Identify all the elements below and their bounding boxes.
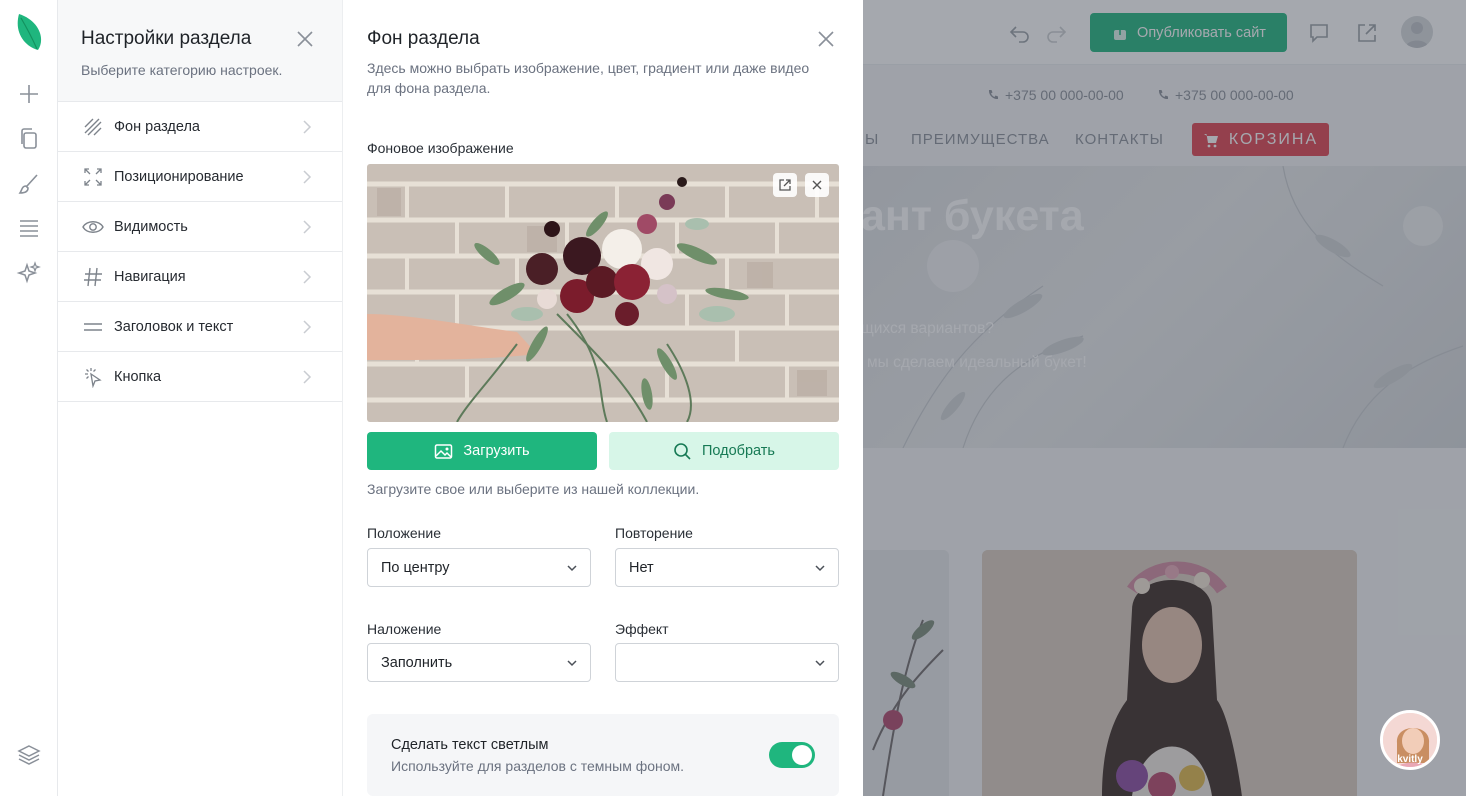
settings-category-list: Фон раздела Позиционирование Видимость Н…: [58, 102, 342, 402]
category-label: Фон раздела: [114, 118, 200, 135]
section-settings-header: Настройки раздела Выберите категорию нас…: [58, 0, 342, 102]
background-settings-panel: Фон раздела Здесь можно выбрать изображе…: [343, 0, 863, 796]
section-settings-subtitle: Выберите категорию настроек.: [81, 62, 283, 78]
brush-icon[interactable]: [16, 171, 42, 197]
section-settings-panel: Настройки раздела Выберите категорию нас…: [58, 0, 343, 796]
hatch-icon: [82, 116, 104, 138]
search-icon: [674, 442, 691, 460]
text-lines-icon: [82, 316, 104, 338]
upload-button[interactable]: Загрузить: [367, 432, 597, 470]
light-text-title: Сделать текст светлым: [391, 737, 549, 753]
chevron-down-icon: [815, 660, 825, 667]
upload-hint: Загрузите свое или выберите из нашей кол…: [367, 481, 700, 497]
overlay-select[interactable]: Заполнить: [367, 643, 591, 682]
effect-select[interactable]: [615, 643, 839, 682]
image-icon: [435, 443, 453, 459]
category-label: Заголовок и текст: [114, 318, 234, 335]
background-image-label: Фоновое изображение: [367, 140, 514, 156]
section-settings-title: Настройки раздела: [81, 28, 252, 49]
left-toolbar: [0, 0, 58, 796]
open-external-icon[interactable]: [773, 173, 797, 197]
leaf-logo-icon[interactable]: [14, 12, 44, 52]
category-label: Позиционирование: [114, 168, 244, 185]
repeat-value: Нет: [629, 559, 654, 576]
sections-icon[interactable]: [16, 215, 42, 241]
position-select[interactable]: По центру: [367, 548, 591, 587]
pages-icon[interactable]: [16, 126, 42, 152]
chevron-right-icon: [303, 120, 312, 134]
category-button[interactable]: Кнопка: [58, 352, 342, 402]
category-positioning[interactable]: Позиционирование: [58, 152, 342, 202]
chevron-down-icon: [567, 660, 577, 667]
repeat-label: Повторение: [615, 525, 693, 541]
chevron-down-icon: [567, 565, 577, 572]
overlay-value: Заполнить: [381, 654, 453, 671]
pick-image-button-label: Подобрать: [701, 443, 775, 459]
category-navigation[interactable]: Навигация: [58, 252, 342, 302]
repeat-select[interactable]: Нет: [615, 548, 839, 587]
close-icon[interactable]: [296, 30, 314, 48]
chevron-right-icon: [303, 370, 312, 384]
upload-button-label: Загрузить: [463, 443, 530, 459]
pick-image-button[interactable]: Подобрать: [609, 432, 839, 470]
category-heading-text[interactable]: Заголовок и текст: [58, 302, 342, 352]
expand-icon: [82, 166, 104, 188]
chevron-right-icon: [303, 270, 312, 284]
chevron-right-icon: [303, 320, 312, 334]
chevron-down-icon: [815, 565, 825, 572]
chat-label: kvitly: [1397, 754, 1423, 765]
sparkles-icon[interactable]: [16, 260, 42, 286]
layers-icon[interactable]: [16, 742, 42, 768]
chevron-right-icon: [303, 220, 312, 234]
category-visibility[interactable]: Видимость: [58, 202, 342, 252]
effect-label: Эффект: [615, 621, 669, 637]
panel-description: Здесь можно выбрать изображение, цвет, г…: [367, 60, 810, 96]
site-preview: Опубликовать сайт +375 00 000-00-00 +375…: [863, 0, 1466, 796]
remove-image-icon[interactable]: [805, 173, 829, 197]
click-icon: [82, 366, 104, 388]
category-background[interactable]: Фон раздела: [58, 102, 342, 152]
bouquet-photo: [367, 164, 839, 422]
category-label: Навигация: [114, 268, 186, 285]
hash-icon: [82, 266, 104, 288]
light-text-subtitle: Используйте для разделов с темным фоном.: [391, 758, 685, 774]
overlay-label: Наложение: [367, 621, 442, 637]
chevron-right-icon: [303, 170, 312, 184]
light-text-toggle[interactable]: [769, 742, 815, 768]
light-text-card: Сделать текст светлым Используйте для ра…: [367, 714, 839, 796]
chat-avatar-button[interactable]: kvitly: [1380, 710, 1440, 770]
plus-icon[interactable]: [16, 81, 42, 107]
position-label: Положение: [367, 525, 441, 541]
category-label: Кнопка: [114, 368, 162, 385]
category-label: Видимость: [114, 218, 188, 235]
close-icon[interactable]: [817, 30, 835, 48]
background-image-preview[interactable]: [367, 164, 839, 422]
preview-dim-overlay: [863, 0, 1466, 796]
position-value: По центру: [381, 559, 450, 576]
eye-icon: [82, 216, 104, 238]
panel-title: Фон раздела: [367, 28, 480, 49]
